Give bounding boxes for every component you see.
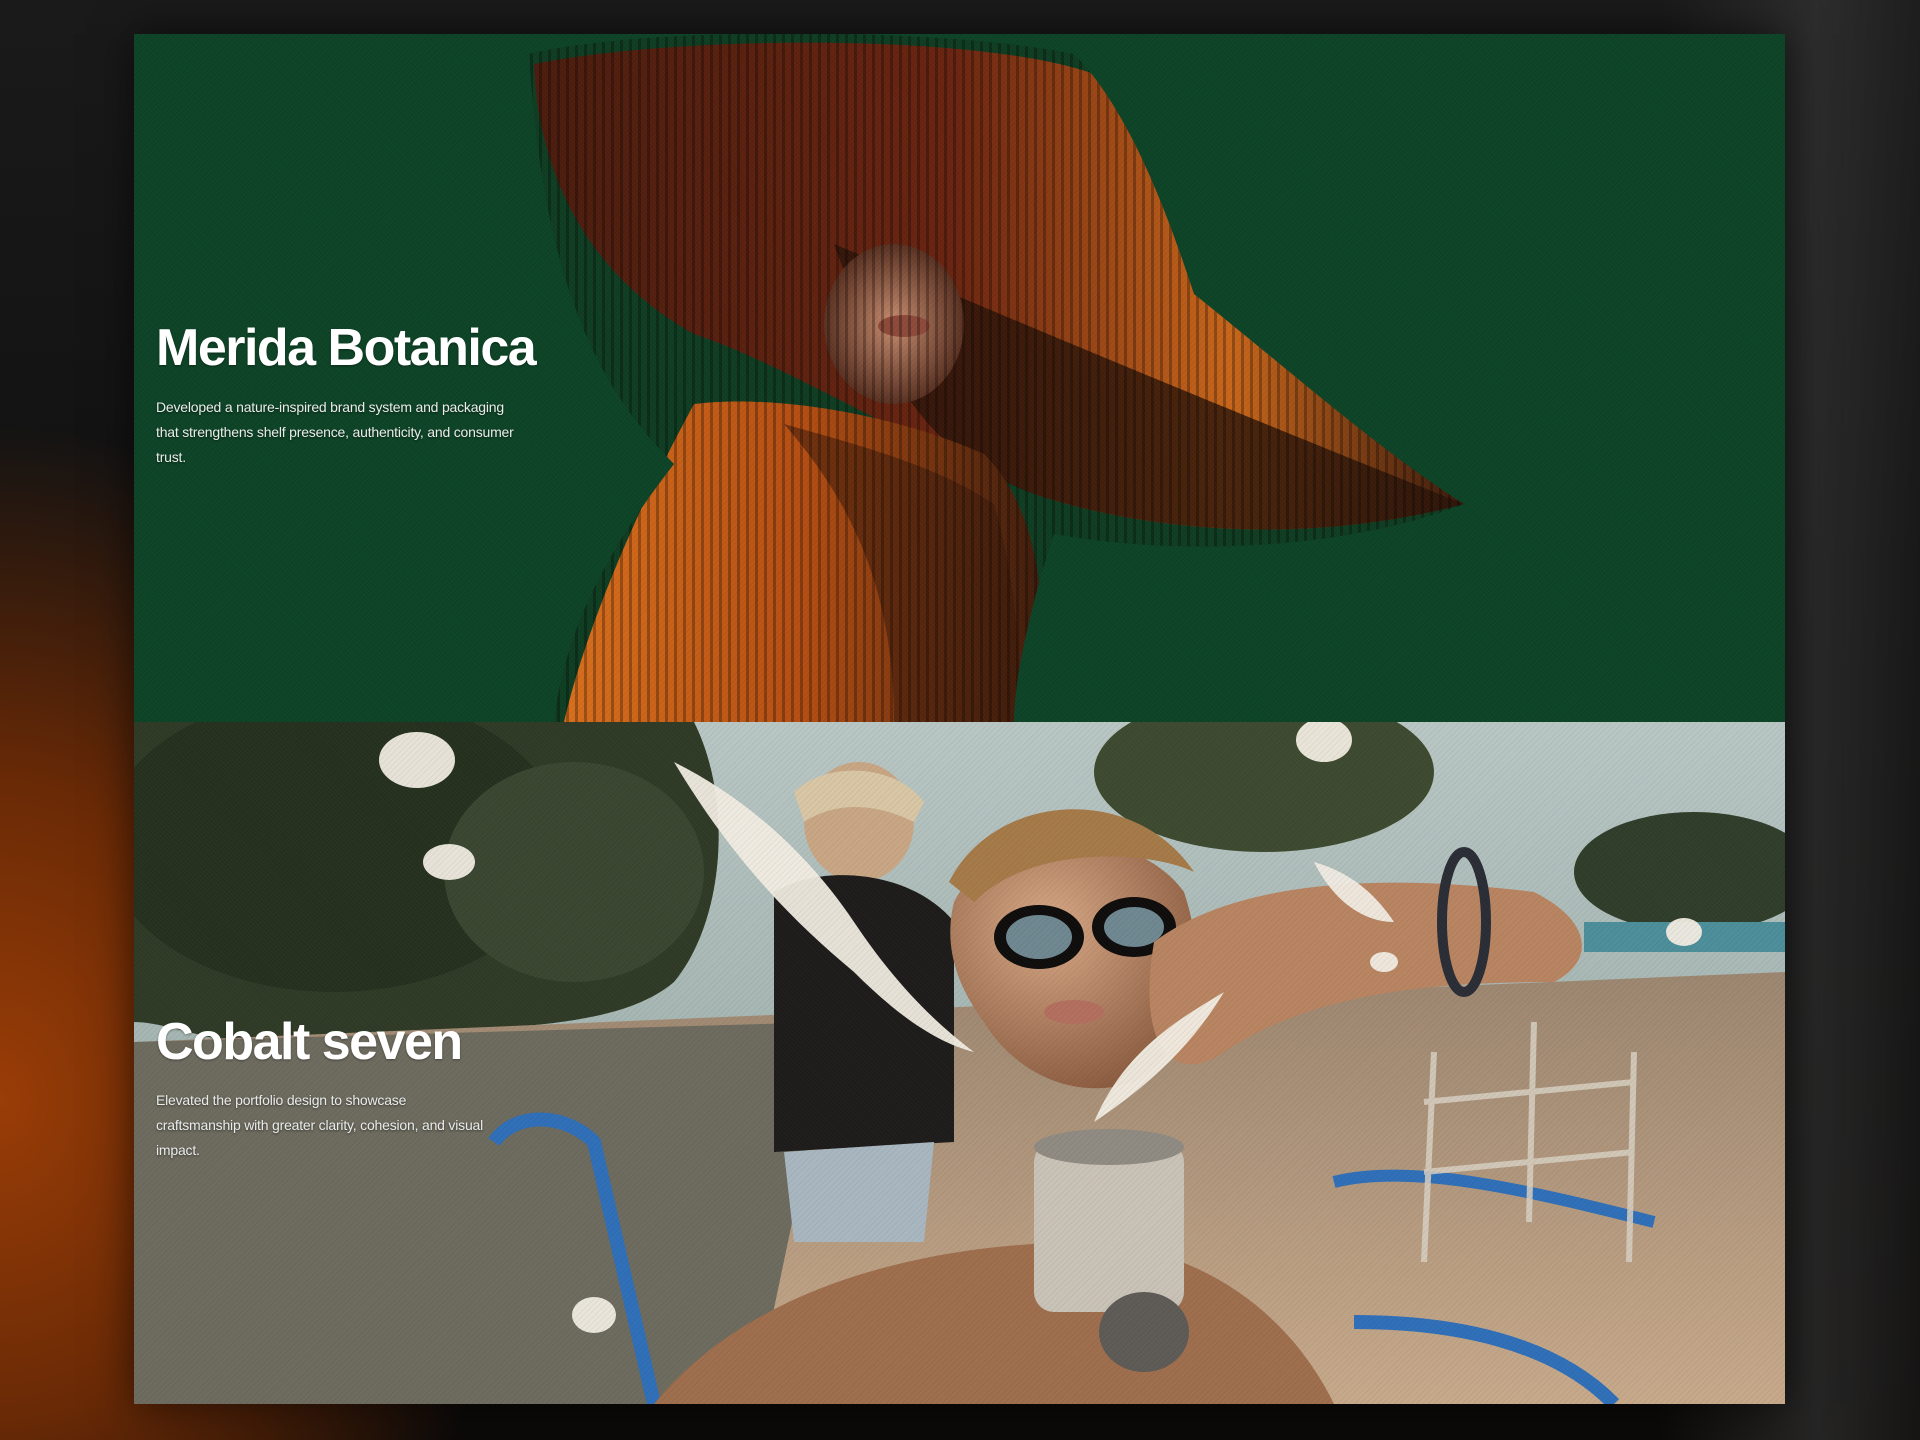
merida-botanica-artwork [529, 34, 1464, 722]
project-card-cobalt-seven[interactable]: Cobalt seven Elevated the portfolio desi… [134, 722, 1785, 1404]
project-title[interactable]: Merida Botanica [156, 322, 537, 374]
project-description: Developed a nature-inspired brand system… [156, 399, 514, 465]
project-title[interactable]: Cobalt seven [156, 1016, 463, 1068]
portfolio-showcase: Merida Botanica Developed a nature-inspi… [134, 34, 1785, 1404]
project-description: Elevated the portfolio design to showcas… [156, 1092, 484, 1158]
project-card-merida-botanica[interactable]: Merida Botanica Developed a nature-inspi… [134, 34, 1785, 722]
